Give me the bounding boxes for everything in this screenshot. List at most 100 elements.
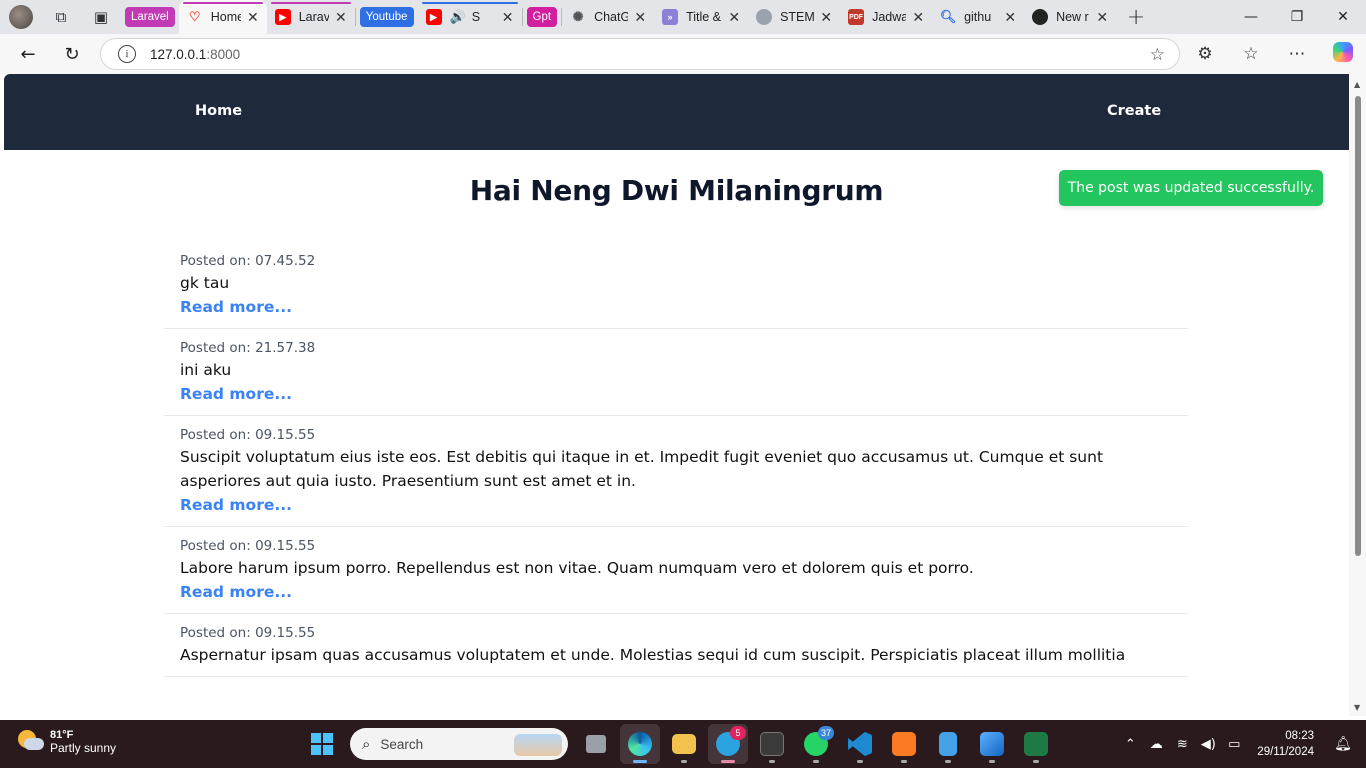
tab-home[interactable]: ♡ Home ✕ xyxy=(178,0,267,34)
tab-label: Jadwa xyxy=(872,10,907,24)
nav-create-link[interactable]: Create xyxy=(1107,103,1161,119)
whatsapp-app[interactable]: 37 xyxy=(796,724,836,764)
refresh-icon[interactable]: ↻ xyxy=(50,34,94,74)
search-placeholder: Search xyxy=(380,736,424,752)
terminal-app[interactable] xyxy=(752,724,792,764)
clock[interactable]: 08:23 29/11/2024 xyxy=(1257,728,1314,760)
tab-chatgpt[interactable]: ✺ ChatG ✕ xyxy=(562,0,654,34)
photos-app[interactable] xyxy=(972,724,1012,764)
scroll-down-icon[interactable]: ▼ xyxy=(1354,703,1360,712)
terminal-icon xyxy=(760,732,784,756)
tab-label: ChatG xyxy=(594,10,629,24)
taskbar-search[interactable]: ⌕ Search xyxy=(350,728,568,760)
close-tab-icon[interactable]: ✕ xyxy=(820,9,832,26)
chevron-up-icon[interactable]: ⌃ xyxy=(1117,737,1143,752)
close-tab-icon[interactable]: ✕ xyxy=(728,9,740,26)
battery-icon[interactable]: ▭ xyxy=(1221,737,1247,752)
workspaces-icon[interactable]: ⧉ xyxy=(41,0,81,34)
start-button[interactable] xyxy=(302,724,342,764)
task-view-button[interactable] xyxy=(576,724,616,764)
tab-actions-icon[interactable]: ▣ xyxy=(81,0,121,34)
site-info-icon[interactable]: i xyxy=(118,45,136,63)
weather-temperature: 81°F xyxy=(50,729,74,741)
wifi-icon[interactable]: ≋ xyxy=(1169,737,1195,752)
read-more-link[interactable]: Read more... xyxy=(180,580,292,604)
task-view-icon xyxy=(586,735,606,753)
new-tab-button[interactable]: + xyxy=(1116,5,1156,30)
tab-youtube-audio[interactable]: ▶ 🔊 S ✕ xyxy=(418,0,522,34)
laravel-icon: ♡ xyxy=(188,9,201,24)
forward-icon: » xyxy=(662,9,679,25)
tab-label: Home xyxy=(210,10,241,24)
close-tab-icon[interactable]: ✕ xyxy=(1096,9,1108,26)
tab-group-youtube[interactable]: Youtube xyxy=(359,7,414,27)
tab-laravel[interactable]: ▶ Larave ✕ xyxy=(267,0,355,34)
windows-logo-icon xyxy=(311,733,333,755)
url-text[interactable]: 127.0.0.1:8000 xyxy=(150,47,240,62)
whatsapp-badge: 37 xyxy=(817,726,834,740)
close-tab-icon[interactable]: ✕ xyxy=(335,9,347,26)
telegram-app[interactable]: 5 xyxy=(708,724,748,764)
more-menu-icon[interactable]: ⋯ xyxy=(1274,44,1320,64)
windows-taskbar: 81°F Partly sunny ⌕ Search 5 37 ⌃ ☁ ≋ ◀)… xyxy=(0,720,1366,768)
scroll-thumb[interactable] xyxy=(1355,96,1361,556)
excel-app[interactable] xyxy=(1016,724,1056,764)
tab-group-laravel[interactable]: Laravel xyxy=(125,7,175,27)
post-item: Posted on: 09.15.55 Aspernatur ipsam qua… xyxy=(164,614,1188,677)
restore-icon[interactable]: ❐ xyxy=(1274,0,1320,34)
close-window-icon[interactable]: ✕ xyxy=(1320,0,1366,34)
tab-stem[interactable]: STEM ✕ xyxy=(748,0,840,34)
post-date: Posted on: 21.57.38 xyxy=(180,340,316,356)
close-tab-icon[interactable]: ✕ xyxy=(1004,9,1016,26)
read-more-link[interactable]: Read more... xyxy=(180,295,292,319)
tab-github-new[interactable]: New r ✕ xyxy=(1024,0,1116,34)
extensions-icon[interactable]: ⚙ xyxy=(1182,44,1228,64)
close-tab-icon[interactable]: ✕ xyxy=(634,9,646,26)
tab-github-search[interactable]: 🔍︎ githu ✕ xyxy=(932,0,1024,34)
address-bar[interactable]: i 127.0.0.1:8000 ☆ xyxy=(100,38,1180,70)
favorite-star-icon[interactable]: ☆ xyxy=(1150,45,1165,65)
speaker-icon[interactable]: 🔊 xyxy=(450,9,466,25)
clock-time: 08:23 xyxy=(1285,730,1314,742)
close-tab-icon[interactable]: ✕ xyxy=(912,9,924,26)
tab-jadwal[interactable]: PDF Jadwa ✕ xyxy=(840,0,932,34)
profile-avatar[interactable] xyxy=(9,5,33,29)
pdf-icon: PDF xyxy=(848,9,865,25)
folder-icon xyxy=(672,734,696,754)
address-toolbar: ← ↻ i 127.0.0.1:8000 ☆ ⚙ ☆ ⋯ xyxy=(0,34,1366,74)
search-icon: ⌕ xyxy=(362,735,371,753)
post-item: Posted on: 07.45.52 gk tau Read more... xyxy=(164,242,1188,329)
notepad-app[interactable] xyxy=(928,724,968,764)
close-tab-icon[interactable]: ✕ xyxy=(502,9,514,26)
tab-label: Larave xyxy=(298,10,329,24)
read-more-link[interactable]: Read more... xyxy=(180,493,292,517)
tab-group-gpt[interactable]: Gpt xyxy=(526,7,558,27)
tab-label: githu xyxy=(964,10,992,24)
volume-icon[interactable]: ◀) xyxy=(1195,737,1221,752)
system-tray: ⌃ ☁ ≋ ◀) ▭ 08:23 29/11/2024 🔔︎ xyxy=(1117,720,1366,768)
post-date: Posted on: 07.45.52 xyxy=(180,253,316,269)
back-icon[interactable]: ← xyxy=(6,34,50,74)
nav-home-link[interactable]: Home xyxy=(195,103,242,119)
file-explorer-app[interactable] xyxy=(664,724,704,764)
youtube-icon: ▶ xyxy=(425,9,442,25)
search-highlight-image xyxy=(514,734,562,756)
excel-icon xyxy=(1024,732,1048,756)
favorites-icon[interactable]: ☆ xyxy=(1228,44,1274,64)
xampp-app[interactable] xyxy=(884,724,924,764)
scroll-up-icon[interactable]: ▲ xyxy=(1354,80,1360,89)
read-more-link[interactable]: Read more... xyxy=(180,382,292,406)
copilot-icon[interactable] xyxy=(1320,41,1366,67)
close-tab-icon[interactable]: ✕ xyxy=(247,9,259,26)
tab-label: New r xyxy=(1056,10,1089,24)
vscode-app[interactable] xyxy=(840,724,880,764)
tab-title[interactable]: » Title & ✕ xyxy=(654,0,748,34)
notification-bell-icon[interactable]: 🔔︎ xyxy=(1330,736,1356,752)
page-scrollbar[interactable]: ▲ ▼ xyxy=(1349,74,1366,716)
minimize-icon[interactable]: — xyxy=(1228,0,1274,34)
cloud-icon xyxy=(756,9,773,25)
weather-widget[interactable]: 81°F Partly sunny xyxy=(16,728,116,756)
edge-app[interactable] xyxy=(620,724,660,764)
post-item: Posted on: 21.57.38 ini aku Read more... xyxy=(164,329,1188,416)
onedrive-icon[interactable]: ☁ xyxy=(1143,737,1169,752)
